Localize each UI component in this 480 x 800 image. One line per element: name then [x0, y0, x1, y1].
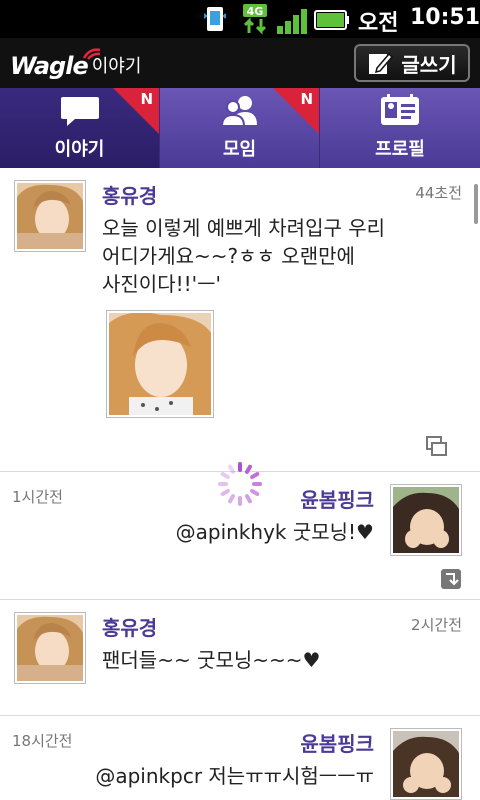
post-text-line: @apinkpcr 저는ㅠㅠ시험ㅡㅡㅠ [95, 764, 374, 788]
write-pencil-icon [369, 52, 394, 74]
write-button[interactable]: 글쓰기 [354, 44, 470, 82]
post-text-line: 팬더들~~ 굿모닝~~~♥ [102, 648, 321, 672]
multi-photo-icon[interactable] [426, 436, 448, 458]
feed-post[interactable]: 홍유경 2시간전 팬더들~~ 굿모닝~~~♥ [0, 600, 480, 716]
post-text: @apinkpcr 저는ㅠㅠ시험ㅡㅡㅠ [95, 762, 374, 790]
wagle-logo: Wagle 이야기 [10, 46, 141, 80]
loading-spinner-icon [218, 462, 262, 506]
author-name[interactable]: 윤봄핑크 [300, 728, 374, 757]
post-time: 44초전 [415, 184, 462, 202]
tab-profile-label: 프로필 [375, 139, 425, 160]
author-avatar[interactable] [390, 484, 462, 556]
post-text-line: @apinkhyk 굿모닝!♥ [175, 520, 374, 544]
tab-story-label: 이야기 [54, 139, 105, 160]
tab-group[interactable]: 모임 N [160, 88, 320, 168]
post-photo[interactable] [106, 310, 214, 418]
avatar-image [17, 183, 83, 249]
author-avatar[interactable] [14, 612, 86, 684]
post-text: 팬더들~~ 굿모닝~~~♥ [102, 646, 320, 674]
author-name[interactable]: 윤봄핑크 [300, 484, 374, 513]
svg-text:4G: 4G [247, 5, 264, 18]
avatar-image [17, 615, 83, 681]
post-time: 18시간전 [12, 732, 73, 750]
status-bar: 4G 오전 10:51 [0, 0, 480, 38]
post-text-line: 오늘 이렇게 예쁘게 차려입구 우리 [102, 216, 386, 240]
wave-icon [82, 48, 101, 60]
photo-image [109, 313, 211, 415]
post-text: 오늘 이렇게 예쁘게 차려입구 우리 어디가게요~~?ㅎㅎ 오랜만에 사진이다!… [102, 214, 385, 298]
feed-post[interactable]: 18시간전 윤봄핑크 @apinkpcr 저는ㅠㅠ시험ㅡㅡㅠ [0, 716, 480, 800]
post-text-line: 사진이다!!'ㅡ' [102, 272, 222, 296]
new-badge-text: N [300, 90, 313, 108]
tab-story[interactable]: 이야기 N [0, 88, 160, 168]
logo-brand: Wagle [10, 52, 89, 80]
avatar-image [393, 731, 459, 797]
tab-group-label: 모임 [222, 139, 257, 160]
author-avatar[interactable] [390, 728, 462, 800]
clock-time: 10:51 [410, 5, 480, 30]
post-time: 2시간전 [411, 616, 462, 634]
reply-arrow-icon[interactable] [440, 568, 462, 590]
avatar-image [393, 487, 459, 553]
author-name[interactable]: 홍유경 [102, 612, 157, 641]
post-text: @apinkhyk 굿모닝!♥ [176, 518, 374, 546]
sim-card-icon [204, 7, 226, 31]
battery-icon [314, 10, 349, 30]
signal-strength-icon [277, 9, 307, 34]
data-4g-icon: 4G [243, 4, 267, 35]
people-icon [220, 96, 257, 127]
post-text-line: 어디가게요~~?ㅎㅎ 오랜만에 [102, 244, 355, 268]
author-avatar[interactable] [14, 180, 86, 252]
post-time: 1시간전 [12, 488, 63, 506]
clock-ampm: 오전 [358, 11, 399, 36]
profile-card-icon [381, 94, 419, 125]
tab-profile[interactable]: 프로필 [320, 88, 480, 168]
speech-bubble-icon [60, 97, 99, 126]
author-name[interactable]: 홍유경 [102, 180, 157, 209]
feed-post[interactable]: 홍유경 44초전 오늘 이렇게 예쁘게 차려입구 우리 어디가게요~~?ㅎㅎ 오… [0, 168, 480, 472]
new-badge-text: N [140, 90, 153, 108]
feed-scrollbar[interactable] [474, 184, 478, 224]
write-button-label: 글쓰기 [401, 52, 457, 77]
tab-bar: 이야기 N 모임 N 프로필 [0, 88, 480, 168]
